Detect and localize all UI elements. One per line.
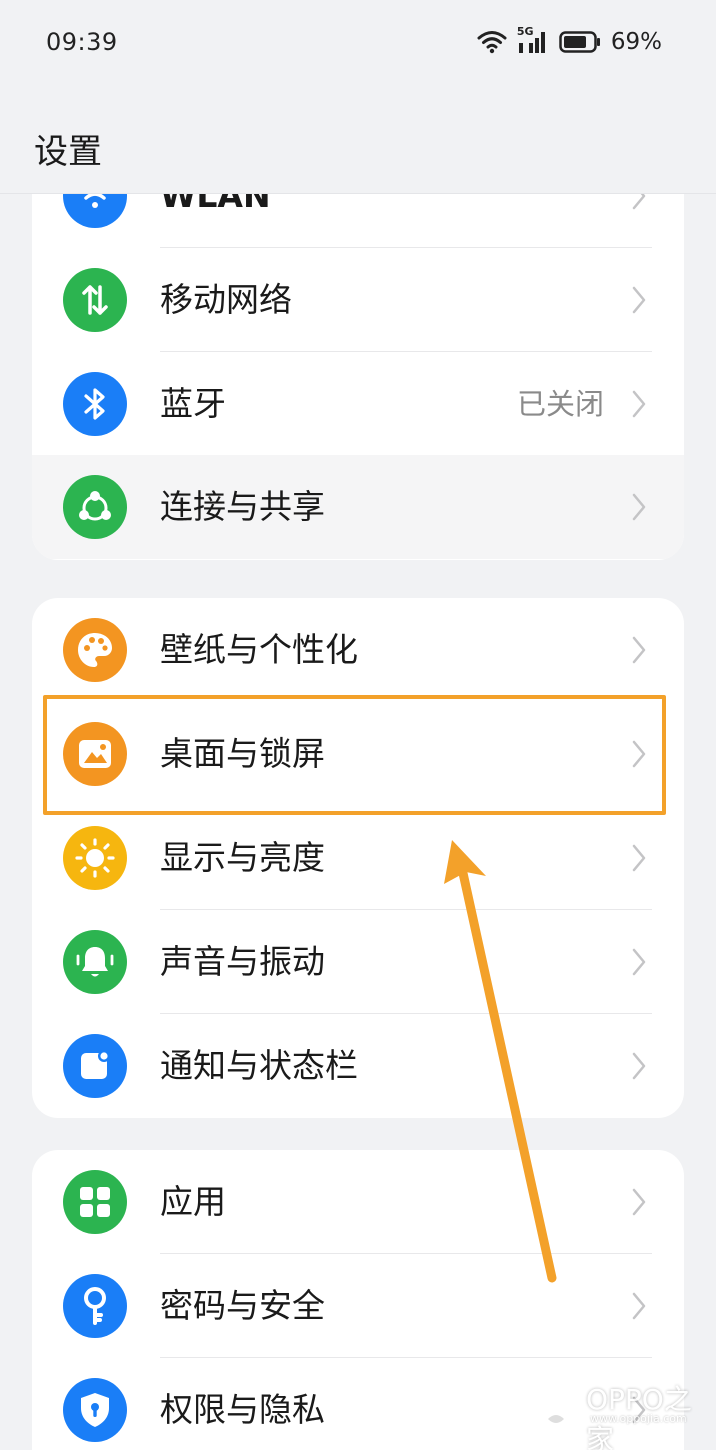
settings-item-bluetooth[interactable]: 蓝牙 已关闭 — [32, 352, 684, 456]
watermark-logo-icon — [534, 1393, 578, 1443]
chevron-right-icon — [632, 1052, 646, 1084]
chevron-right-icon — [632, 493, 646, 525]
settings-item-home-lock-screen[interactable]: 桌面与锁屏 — [32, 702, 684, 806]
chevron-right-icon — [632, 948, 646, 980]
settings-item-sound-vibration[interactable]: 声音与振动 — [32, 910, 684, 1014]
status-time: 09:39 — [46, 28, 118, 56]
battery-percent: 69% — [610, 29, 662, 55]
settings-item-value: 已关闭 — [516, 387, 604, 421]
settings-item-label: 壁纸与个性化 — [160, 630, 358, 669]
share-icon — [63, 475, 127, 539]
settings-item-label: 移动网络 — [160, 280, 292, 319]
key-icon — [63, 1274, 127, 1338]
signal-status-icon: 5G — [517, 25, 549, 55]
status-indicators: 5G 69% — [477, 25, 662, 55]
settings-item-label: 密码与安全 — [160, 1286, 325, 1325]
settings-item-wlan[interactable]: WLAN — [32, 194, 684, 248]
settings-item-label: 蓝牙 — [160, 384, 226, 423]
settings-list[interactable]: WLAN 移动网络 蓝牙 已关闭 连接与共享 壁纸与个性化 桌面与锁屏 显示与亮… — [0, 194, 716, 1450]
watermark-url: www.oppojia.com — [590, 1412, 687, 1425]
bell-icon — [63, 930, 127, 994]
wifi-icon — [63, 194, 127, 228]
settings-item-label: 权限与隐私 — [160, 1390, 325, 1429]
settings-item-wallpaper[interactable]: 壁纸与个性化 — [32, 598, 684, 702]
chevron-right-icon — [632, 1188, 646, 1220]
chevron-right-icon — [632, 390, 646, 422]
battery-icon — [559, 31, 601, 53]
apps-grid-icon — [63, 1170, 127, 1234]
chevron-right-icon — [632, 844, 646, 876]
chevron-right-icon — [632, 286, 646, 318]
page-title: 设置 — [34, 132, 102, 172]
settings-group-personalization: 壁纸与个性化 桌面与锁屏 显示与亮度 声音与振动 通知与状态栏 — [32, 598, 684, 1118]
settings-item-label: 显示与亮度 — [160, 838, 325, 877]
settings-item-notifications[interactable]: 通知与状态栏 — [32, 1014, 684, 1118]
settings-item-label: 应用 — [160, 1182, 226, 1221]
settings-group-connectivity: WLAN 移动网络 蓝牙 已关闭 连接与共享 — [32, 194, 684, 560]
header: 设置 — [0, 84, 716, 194]
sun-icon — [63, 826, 127, 890]
settings-item-apps[interactable]: 应用 — [32, 1150, 684, 1254]
chevron-right-icon — [632, 740, 646, 772]
picture-icon — [63, 722, 127, 786]
chevron-right-icon — [632, 1292, 646, 1324]
settings-item-label: 连接与共享 — [160, 487, 325, 526]
watermark: OPPO之家 www.oppojia.com — [534, 1378, 716, 1450]
settings-item-display-brightness[interactable]: 显示与亮度 — [32, 806, 684, 910]
settings-item-label: WLAN — [160, 194, 271, 215]
palette-icon — [63, 618, 127, 682]
bluetooth-icon — [63, 372, 127, 436]
chevron-right-icon — [632, 636, 646, 668]
settings-item-connection-sharing[interactable]: 连接与共享 — [32, 455, 684, 559]
settings-item-label: 通知与状态栏 — [160, 1046, 358, 1085]
settings-item-password-security[interactable]: 密码与安全 — [32, 1254, 684, 1358]
wifi-status-icon — [477, 30, 507, 54]
settings-item-label: 桌面与锁屏 — [160, 734, 325, 773]
status-bar: 09:39 5G 69% — [0, 0, 716, 84]
mobile-data-icon — [63, 268, 127, 332]
chevron-right-icon — [632, 194, 646, 214]
shield-lock-icon — [63, 1378, 127, 1442]
settings-item-label: 声音与振动 — [160, 942, 325, 981]
notification-icon — [63, 1034, 127, 1098]
settings-item-mobile-network[interactable]: 移动网络 — [32, 248, 684, 352]
